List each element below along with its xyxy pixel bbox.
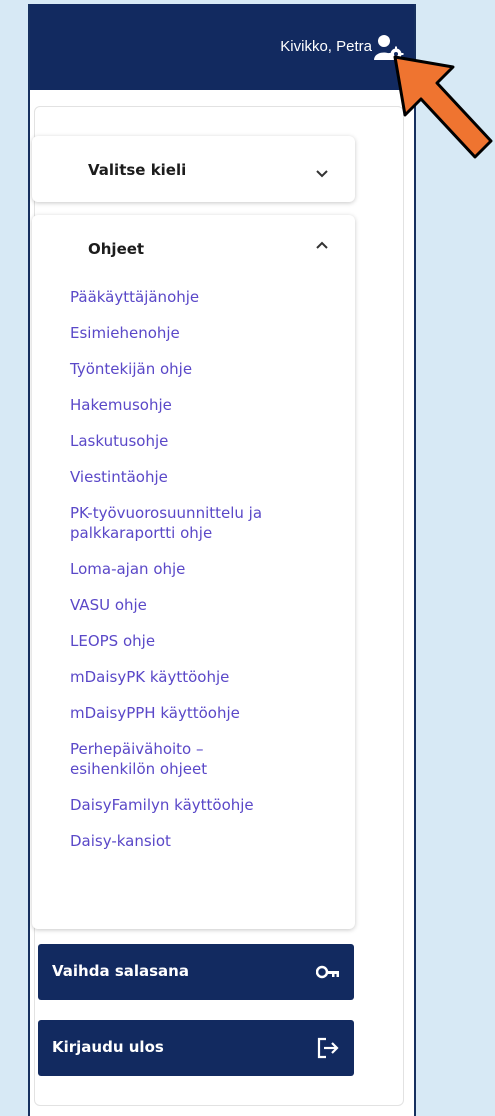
help-section: Ohjeet Pääkäyttäjänohje Esimiehenohje Ty…	[32, 215, 355, 929]
language-selector-title: Valitse kieli	[88, 161, 187, 179]
help-link[interactable]: mDaisyPPH käyttöohje	[70, 703, 350, 723]
help-link[interactable]: VASU ohje	[70, 595, 350, 615]
help-link[interactable]: Daisy-kansiot	[70, 831, 350, 851]
help-link[interactable]: Laskutusohje	[70, 431, 350, 451]
help-section-title[interactable]: Ohjeet	[88, 240, 144, 258]
change-password-button[interactable]: Vaihda salasana	[38, 944, 354, 1000]
help-link[interactable]: Perhepäivähoito – esihenkilön ohjeet	[70, 739, 230, 779]
help-link[interactable]: Hakemusohje	[70, 395, 350, 415]
help-link[interactable]: PK-työvuorosuunnittelu ja palkkaraportti…	[70, 503, 330, 543]
pointer-arrow-icon	[393, 55, 493, 159]
chevron-down-icon[interactable]	[315, 169, 329, 179]
help-link[interactable]: mDaisyPK käyttöohje	[70, 667, 350, 687]
header-bar: Kivikko, Petra	[30, 4, 414, 90]
help-link[interactable]: Loma-ajan ohje	[70, 559, 350, 579]
chevron-up-icon[interactable]	[315, 240, 329, 250]
help-link[interactable]: LEOPS ohje	[70, 631, 350, 651]
help-link[interactable]: Pääkäyttäjänohje	[70, 287, 350, 307]
help-link[interactable]: DaisyFamilyn käyttöohje	[70, 795, 350, 815]
user-name[interactable]: Kivikko, Petra	[280, 38, 372, 55]
logout-icon	[317, 1037, 339, 1059]
help-link[interactable]: Viestintäohje	[70, 467, 350, 487]
change-password-label: Vaihda salasana	[52, 962, 189, 980]
language-selector[interactable]: Valitse kieli	[32, 136, 355, 202]
help-link[interactable]: Esimiehenohje	[70, 323, 350, 343]
help-links: Pääkäyttäjänohje Esimiehenohje Työntekij…	[70, 287, 350, 867]
logout-button[interactable]: Kirjaudu ulos	[38, 1020, 354, 1076]
logout-label: Kirjaudu ulos	[52, 1038, 164, 1056]
key-icon	[316, 965, 339, 979]
help-link[interactable]: Työntekijän ohje	[70, 359, 350, 379]
